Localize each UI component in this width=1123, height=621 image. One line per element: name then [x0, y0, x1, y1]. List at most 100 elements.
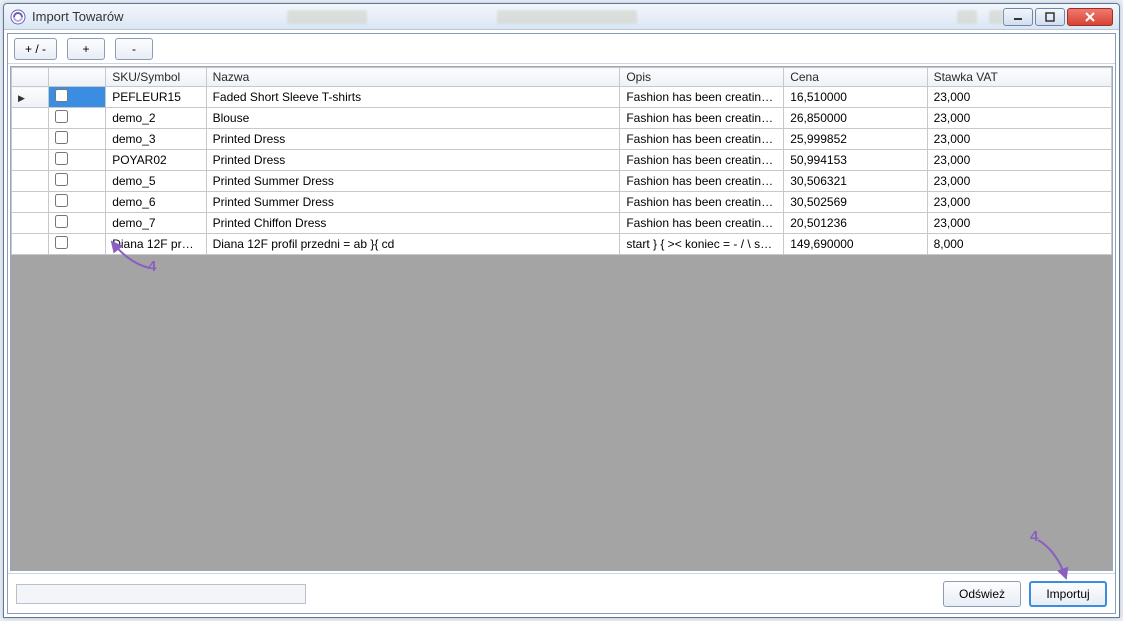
blur-region	[989, 10, 1003, 24]
col-header-select[interactable]	[48, 68, 105, 87]
col-header-vat[interactable]: Stawka VAT	[927, 68, 1111, 87]
cell-vat[interactable]: 23,000	[927, 129, 1111, 150]
progress-bar	[16, 584, 306, 604]
cell-vat[interactable]: 8,000	[927, 234, 1111, 255]
cell-name[interactable]: Printed Dress	[206, 150, 620, 171]
row-select-cell[interactable]	[48, 192, 105, 213]
row-select-cell[interactable]	[48, 171, 105, 192]
row-select-cell[interactable]	[48, 129, 105, 150]
row-select-checkbox[interactable]	[55, 110, 68, 123]
cell-price[interactable]: 30,502569	[784, 192, 927, 213]
cell-desc[interactable]: Fashion has been creating wel...	[620, 150, 784, 171]
cell-sku[interactable]: demo_3	[106, 129, 206, 150]
row-select-checkbox[interactable]	[55, 215, 68, 228]
cell-price[interactable]: 26,850000	[784, 108, 927, 129]
cell-sku[interactable]: Diana 12F profil ...	[106, 234, 206, 255]
row-select-cell[interactable]	[48, 108, 105, 129]
col-header-desc[interactable]: Opis	[620, 68, 784, 87]
cell-price[interactable]: 30,506321	[784, 171, 927, 192]
table-row[interactable]: POYAR02Printed DressFashion has been cre…	[12, 150, 1112, 171]
cell-desc[interactable]: Fashion has been creating wel...	[620, 213, 784, 234]
import-button[interactable]: Importuj	[1029, 581, 1107, 607]
table-row[interactable]: demo_2BlouseFashion has been creating we…	[12, 108, 1112, 129]
app-window: Import Towarów + / - + -	[3, 3, 1120, 618]
row-select-cell[interactable]	[48, 87, 105, 108]
row-select-cell[interactable]	[48, 150, 105, 171]
table-row[interactable]: Diana 12F profil ...Diana 12F profil prz…	[12, 234, 1112, 255]
cell-vat[interactable]: 23,000	[927, 108, 1111, 129]
table-row[interactable]: demo_7Printed Chiffon DressFashion has b…	[12, 213, 1112, 234]
row-select-cell[interactable]	[48, 213, 105, 234]
col-header-sku[interactable]: SKU/Symbol	[106, 68, 206, 87]
cell-price[interactable]: 25,999852	[784, 129, 927, 150]
cell-price[interactable]: 16,510000	[784, 87, 927, 108]
cell-sku[interactable]: demo_5	[106, 171, 206, 192]
row-select-checkbox[interactable]	[55, 131, 68, 144]
col-header-name[interactable]: Nazwa	[206, 68, 620, 87]
cell-desc[interactable]: Fashion has been creating wel...	[620, 108, 784, 129]
row-select-checkbox[interactable]	[55, 236, 68, 249]
row-marker[interactable]	[12, 234, 49, 255]
blur-region	[957, 10, 977, 24]
cell-name[interactable]: Blouse	[206, 108, 620, 129]
row-select-checkbox[interactable]	[55, 89, 68, 102]
cell-vat[interactable]: 23,000	[927, 87, 1111, 108]
row-marker[interactable]	[12, 192, 49, 213]
cell-name[interactable]: Printed Dress	[206, 129, 620, 150]
cell-name[interactable]: Printed Summer Dress	[206, 192, 620, 213]
cell-price[interactable]: 149,690000	[784, 234, 927, 255]
close-button[interactable]	[1067, 8, 1113, 26]
cell-sku[interactable]: demo_6	[106, 192, 206, 213]
cell-price[interactable]: 50,994153	[784, 150, 927, 171]
table-row[interactable]: demo_5Printed Summer DressFashion has be…	[12, 171, 1112, 192]
window-controls	[1003, 8, 1113, 26]
toolbar: + / - + -	[8, 34, 1115, 64]
row-select-checkbox[interactable]	[55, 194, 68, 207]
cell-desc[interactable]: start } { >< koniec = - / \ sds ...	[620, 234, 784, 255]
bottom-bar: Odśwież Importuj	[8, 573, 1115, 613]
deselect-all-button[interactable]: -	[115, 38, 153, 60]
cell-desc[interactable]: Fashion has been creating wel...	[620, 129, 784, 150]
row-marker[interactable]	[12, 87, 49, 108]
app-icon	[10, 9, 26, 25]
cell-vat[interactable]: 23,000	[927, 213, 1111, 234]
refresh-button[interactable]: Odśwież	[943, 581, 1021, 607]
row-select-checkbox[interactable]	[55, 173, 68, 186]
cell-sku[interactable]: demo_2	[106, 108, 206, 129]
titlebar: Import Towarów	[4, 4, 1119, 30]
col-header-price[interactable]: Cena	[784, 68, 927, 87]
row-marker[interactable]	[12, 150, 49, 171]
cell-vat[interactable]: 23,000	[927, 171, 1111, 192]
cell-desc[interactable]: Fashion has been creating wel...	[620, 87, 784, 108]
grid-container: SKU/Symbol Nazwa Opis Cena Stawka VAT PE…	[10, 66, 1113, 571]
cell-sku[interactable]: POYAR02	[106, 150, 206, 171]
cell-sku[interactable]: PEFLEUR15	[106, 87, 206, 108]
row-marker[interactable]	[12, 129, 49, 150]
maximize-button[interactable]	[1035, 8, 1065, 26]
cell-name[interactable]: Printed Summer Dress	[206, 171, 620, 192]
table-row[interactable]: demo_3Printed DressFashion has been crea…	[12, 129, 1112, 150]
row-marker[interactable]	[12, 108, 49, 129]
cell-name[interactable]: Printed Chiffon Dress	[206, 213, 620, 234]
minimize-button[interactable]	[1003, 8, 1033, 26]
toggle-select-all-button[interactable]: + / -	[14, 38, 57, 60]
row-select-cell[interactable]	[48, 234, 105, 255]
cell-vat[interactable]: 23,000	[927, 192, 1111, 213]
row-marker[interactable]	[12, 213, 49, 234]
cell-price[interactable]: 20,501236	[784, 213, 927, 234]
cell-name[interactable]: Faded Short Sleeve T-shirts	[206, 87, 620, 108]
select-all-button[interactable]: +	[67, 38, 105, 60]
cell-name[interactable]: Diana 12F profil przedni = ab }{ cd	[206, 234, 620, 255]
cell-sku[interactable]: demo_7	[106, 213, 206, 234]
blur-region	[287, 10, 367, 24]
table-row[interactable]: demo_6Printed Summer DressFashion has be…	[12, 192, 1112, 213]
cell-desc[interactable]: Fashion has been creating wel...	[620, 171, 784, 192]
row-select-checkbox[interactable]	[55, 152, 68, 165]
cell-desc[interactable]: Fashion has been creating wel...	[620, 192, 784, 213]
product-grid[interactable]: SKU/Symbol Nazwa Opis Cena Stawka VAT PE…	[11, 67, 1112, 255]
table-row[interactable]: PEFLEUR15Faded Short Sleeve T-shirtsFash…	[12, 87, 1112, 108]
col-header-rowmarker[interactable]	[12, 68, 49, 87]
row-marker[interactable]	[12, 171, 49, 192]
client-area: + / - + - SKU/Symbol Nazwa Opis Cena	[7, 33, 1116, 614]
cell-vat[interactable]: 23,000	[927, 150, 1111, 171]
